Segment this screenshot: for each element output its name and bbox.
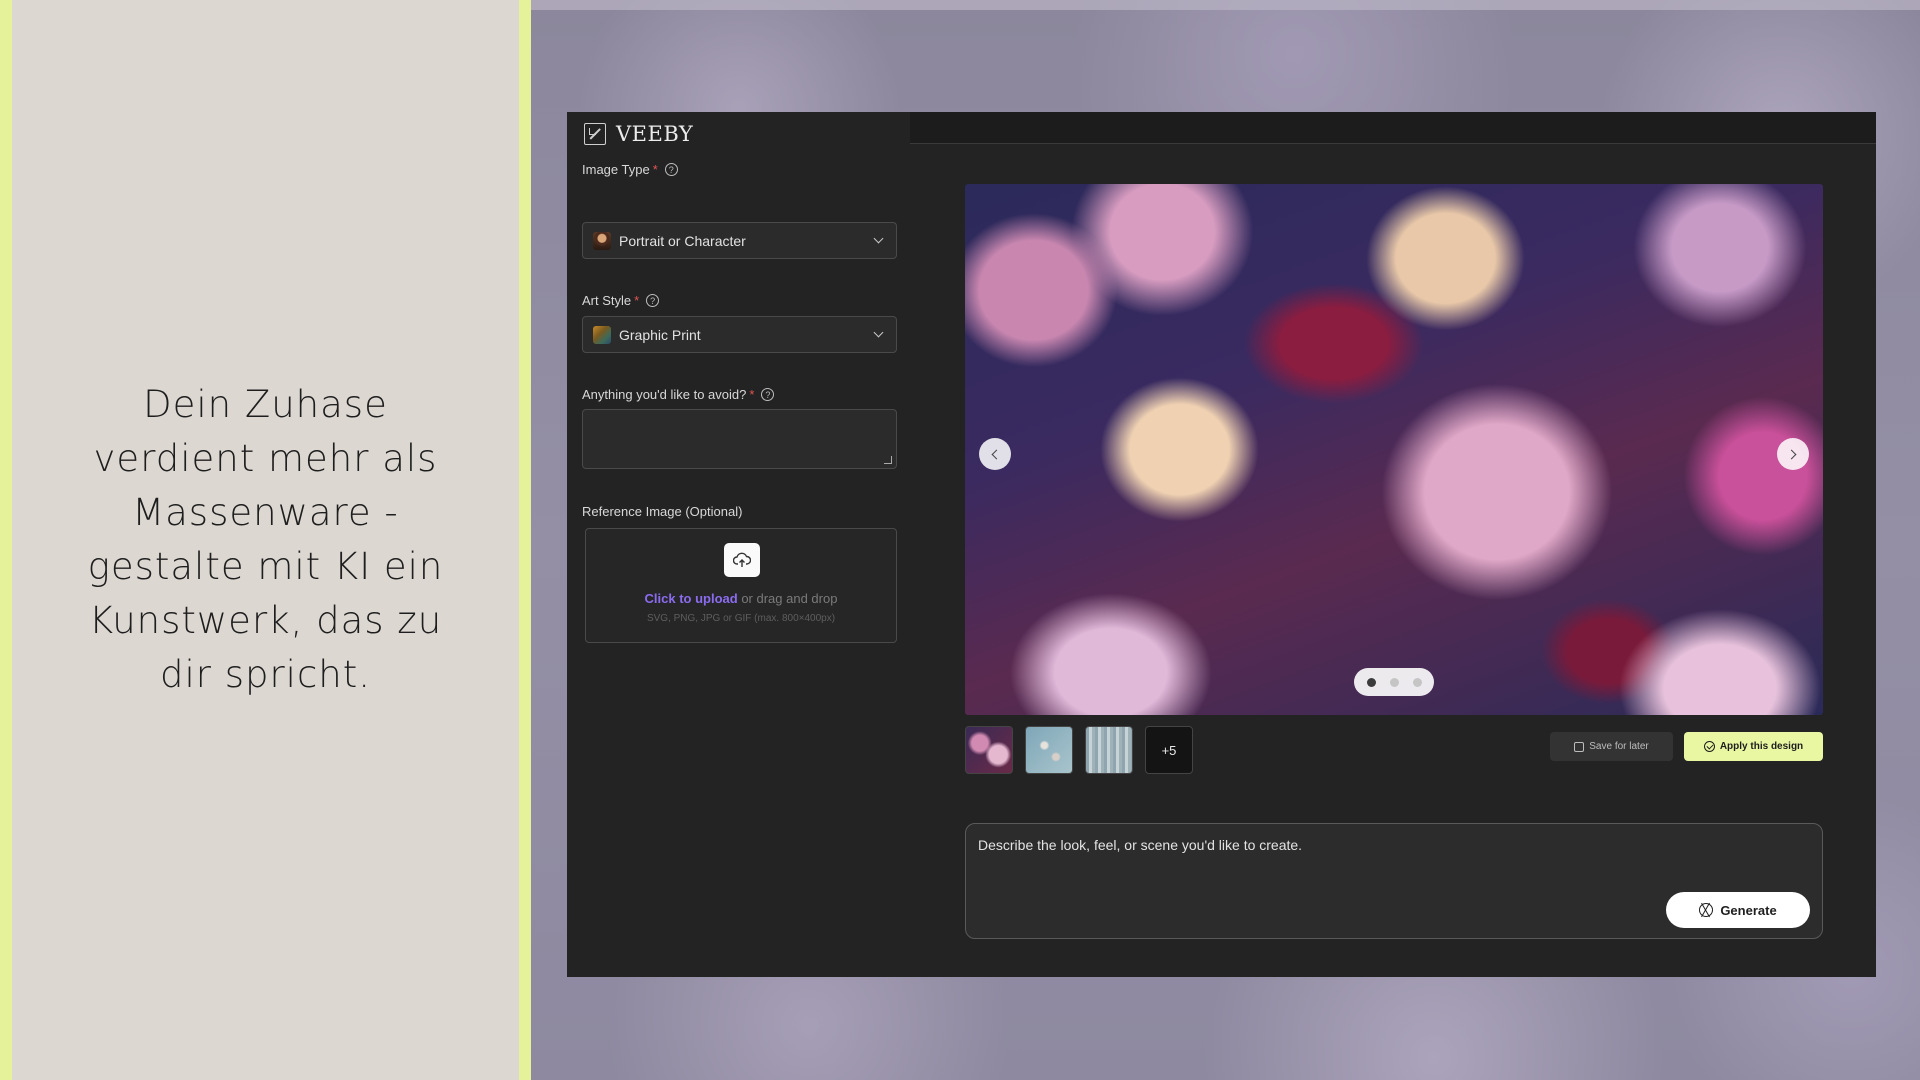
help-icon[interactable]: ? [761, 388, 775, 401]
save-for-later-label: Save for later [1589, 741, 1649, 752]
art-style-value: Graphic Print [619, 326, 701, 343]
thumbnail-more[interactable]: +5 [1145, 726, 1193, 774]
required-mark: * [749, 387, 755, 402]
graphic-print-thumb-icon [593, 325, 611, 344]
apply-design-label: Apply this design [1719, 741, 1804, 752]
carousel-dot-3[interactable] [1412, 677, 1422, 687]
image-type-select[interactable]: Portrait or Character [582, 222, 897, 259]
check-circle-icon [1703, 741, 1715, 752]
image-type-value: Portrait or Character [619, 232, 746, 249]
background-top-strip [531, 0, 1920, 10]
required-mark: * [652, 162, 658, 177]
upload-hint: SVG, PNG, JPG or GIF (max. 800×400px) [646, 613, 836, 624]
brand-name: VEEBY [616, 122, 694, 146]
app-topbar [910, 112, 1876, 144]
resize-grip-icon[interactable] [884, 456, 892, 464]
reference-label: Reference Image (Optional) [582, 504, 742, 519]
carousel-next-button[interactable] [1777, 438, 1809, 470]
carousel-dot-2[interactable] [1389, 677, 1399, 687]
image-type-label: Image Type * ? [582, 162, 678, 177]
prompt-text[interactable]: Describe the look, feel, or scene you'd … [978, 837, 1302, 853]
art-style-select[interactable]: Graphic Print [582, 316, 897, 353]
art-style-label-text: Art Style [582, 293, 632, 308]
sidebar: VEEBY Image Type * ? Portrait or Charact… [567, 112, 910, 977]
help-icon[interactable]: ? [646, 294, 660, 307]
click-to-upload-link[interactable]: Click to upload [645, 591, 738, 606]
chevron-down-icon [873, 233, 884, 244]
marketing-headline: Dein Zuhase verdient mehr als Massenware… [87, 383, 444, 696]
portrait-thumb-icon [593, 231, 611, 250]
chevron-right-icon [1786, 449, 1797, 459]
avoid-textarea[interactable] [582, 409, 897, 469]
avoid-label: Anything you'd like to avoid? * ? [582, 387, 775, 402]
carousel-dot-1[interactable] [1366, 677, 1376, 687]
brand[interactable]: VEEBY [584, 122, 693, 146]
veeby-logo-icon [584, 123, 606, 145]
upload-drag-text: or drag and drop [737, 591, 838, 606]
design-preview-image [965, 184, 1823, 715]
reference-upload-dropzone[interactable]: Click to upload or drag and drop SVG, PN… [585, 528, 897, 643]
reference-label-text: Reference Image (Optional) [582, 504, 743, 519]
bookmark-icon [1574, 741, 1585, 752]
thumbnail-3[interactable] [1085, 726, 1133, 774]
chevron-left-icon [991, 449, 1002, 459]
thumbnail-2[interactable] [1025, 726, 1073, 774]
required-mark: * [634, 293, 640, 308]
upload-instructions: Click to upload or drag and drop [586, 591, 896, 606]
sparkle-icon [1699, 903, 1714, 917]
left-accent-strip [0, 0, 12, 1080]
generate-button[interactable]: Generate [1666, 892, 1810, 928]
prompt-box[interactable]: Describe the look, feel, or scene you'd … [965, 823, 1823, 939]
avoid-label-text: Anything you'd like to avoid? [582, 387, 747, 402]
help-icon[interactable]: ? [664, 163, 678, 176]
accent-divider [519, 0, 531, 1080]
chevron-down-icon [873, 327, 884, 338]
apply-design-button[interactable]: Apply this design [1684, 732, 1823, 761]
generate-label: Generate [1720, 902, 1777, 918]
art-style-label: Art Style * ? [582, 293, 660, 308]
marketing-panel: Dein Zuhase verdient mehr als Massenware… [12, 0, 519, 1080]
thumbnail-1[interactable] [965, 726, 1013, 774]
app-window: VEEBY Image Type * ? Portrait or Charact… [567, 112, 1876, 977]
save-for-later-button[interactable]: Save for later [1550, 732, 1673, 761]
carousel-prev-button[interactable] [979, 438, 1011, 470]
image-type-label-text: Image Type [582, 162, 650, 177]
carousel-dots [1354, 668, 1434, 696]
cloud-upload-icon[interactable] [724, 543, 760, 577]
